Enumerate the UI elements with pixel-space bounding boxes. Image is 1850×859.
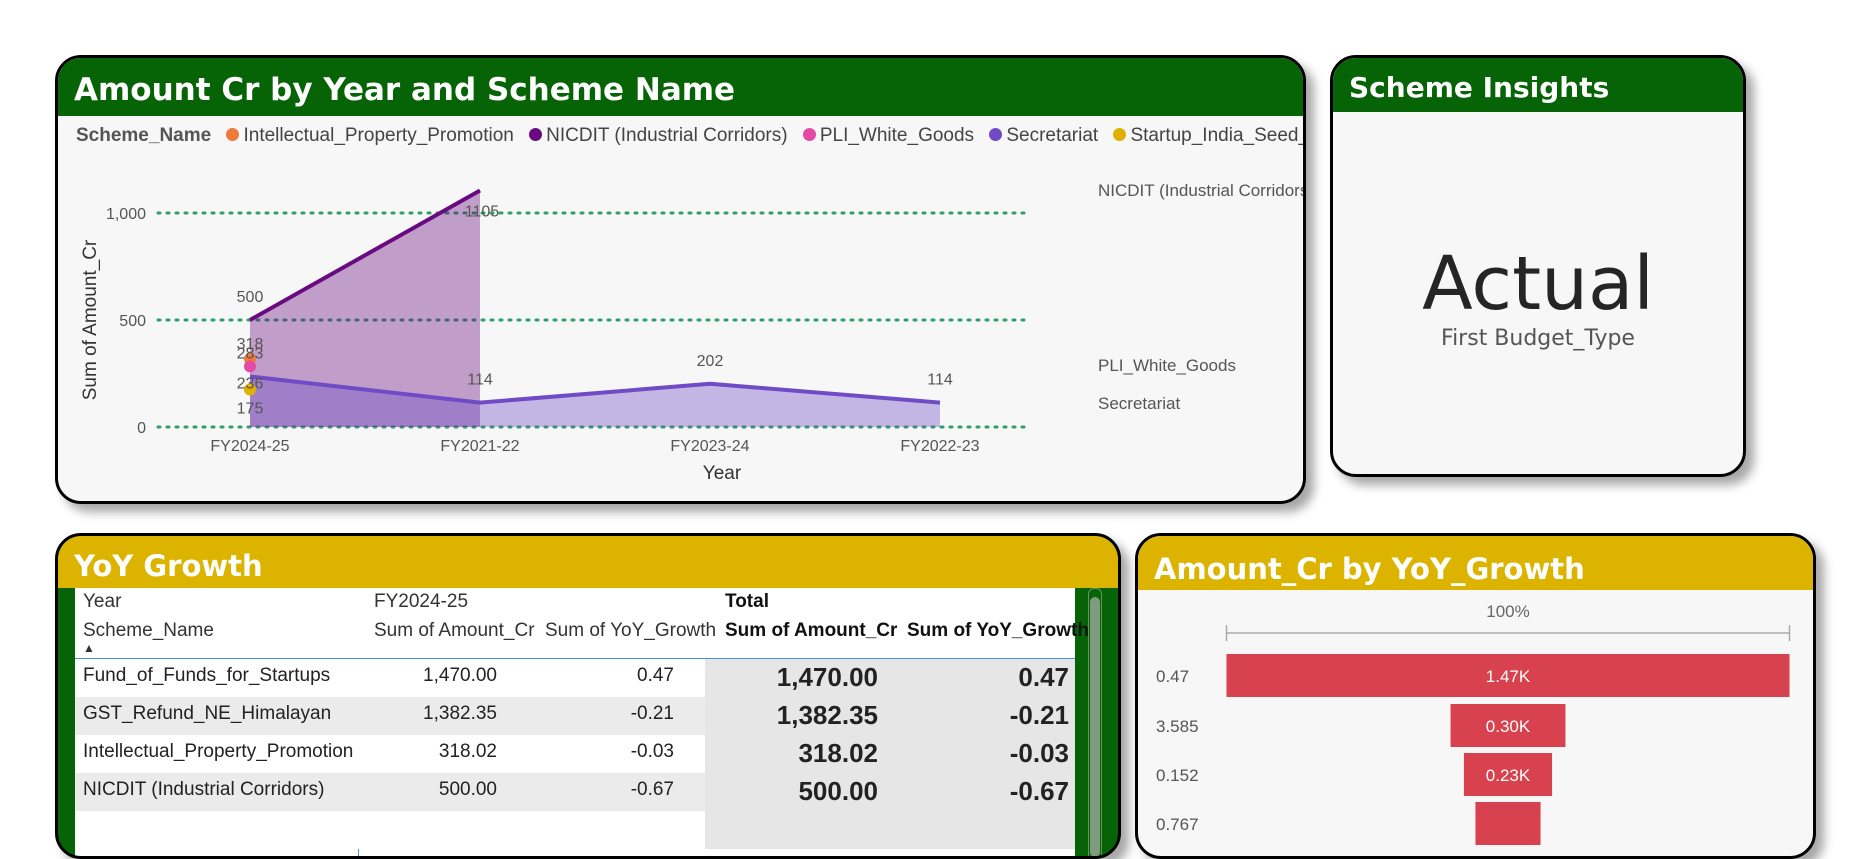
column-header-total-amount[interactable]: Sum of Amount_Cr: [725, 620, 897, 642]
row-total-growth: 0.47: [1018, 662, 1069, 692]
table-scrollbar[interactable]: [1088, 588, 1102, 856]
total-header-label: Total: [725, 591, 769, 612]
column-header-total-growth[interactable]: Sum of YoY_Growth: [907, 620, 1089, 642]
series-end-label: NICDIT (Industrial Corridors): [1098, 181, 1303, 200]
row-total-growth: -0.03: [1009, 738, 1069, 768]
data-label: 114: [467, 372, 493, 389]
data-label: 175: [237, 401, 264, 418]
row-amount: 1,470.00: [423, 665, 497, 686]
series-end-label: Secretariat: [1098, 394, 1180, 413]
data-label: 236: [237, 375, 264, 392]
area-chart-plot[interactable]: 0 500 1,000 FY2024-25 FY2021-22 FY2023-24 FY20…: [58, 58, 1303, 501]
column-header-growth[interactable]: Sum of YoY_Growth: [545, 620, 716, 642]
funnel-category-label: 0.152: [1156, 766, 1199, 785]
row-scheme-name: Intellectual_Property_Promotion: [83, 741, 354, 762]
row-total-amount: 500.00: [798, 776, 878, 806]
table-row[interactable]: NICDIT (Industrial Corridors) 500.00 -0.…: [75, 773, 1075, 811]
row-amount: 318.02: [438, 741, 497, 762]
row-scheme-name: GST_Refund_NE_Himalayan: [83, 703, 332, 724]
yoy-card-title: YoY Growth: [58, 536, 1118, 588]
row-total-growth: -0.21: [1009, 700, 1069, 730]
column-header-scheme[interactable]: Scheme_Name: [83, 620, 214, 642]
series-end-label: PLI_White_Goods: [1098, 356, 1236, 375]
scheme-insights-card: Scheme Insights Actual First Budget_Type: [1330, 55, 1746, 477]
table-row[interactable]: Intellectual_Property_Promotion 318.02 -…: [75, 735, 1075, 773]
data-label: 500: [237, 289, 264, 306]
row-growth: 0.47: [637, 665, 674, 686]
row-total-amount: 1,382.35: [776, 700, 878, 730]
x-tick-label: FY2022-23: [900, 438, 979, 455]
funnel-percent-label: 100%: [1486, 602, 1529, 621]
insights-card-title: Scheme Insights: [1333, 58, 1743, 112]
funnel-value-label: 0.23K: [1486, 766, 1531, 785]
year-header-label: Year: [83, 591, 122, 612]
row-total-amount: 318.02: [798, 738, 878, 768]
x-tick-label: FY2024-25: [210, 438, 289, 455]
row-total-amount: 1,470.00: [776, 662, 878, 692]
row-growth: -0.21: [630, 703, 674, 724]
amount-by-yoy-growth-card: Amount_Cr by YoY_Growth 100% 0.47 1.47K 3.5…: [1135, 533, 1816, 859]
sort-ascending-icon[interactable]: ▲: [83, 641, 95, 655]
row-amount: 1,382.35: [423, 703, 497, 724]
table-row-partial[interactable]: [75, 811, 1075, 849]
y-tick-label: 500: [119, 313, 146, 330]
funnel-category-label: 3.585: [1156, 717, 1199, 736]
row-total-growth: -0.67: [1009, 776, 1069, 806]
x-axis-title: Year: [703, 463, 742, 484]
data-label: 114: [927, 372, 953, 389]
amount-by-year-chart-card: Amount Cr by Year and Scheme Name Scheme…: [55, 55, 1306, 504]
table-row[interactable]: Fund_of_Funds_for_Startups 1,470.00 0.47…: [75, 659, 1075, 697]
scrollbar-thumb[interactable]: [1090, 597, 1100, 856]
yoy-matrix-table: Year FY2024-25 Total Scheme_Name ▲ Sum o…: [75, 588, 1089, 856]
row-scheme-name: Fund_of_Funds_for_Startups: [83, 665, 331, 686]
funnel-category-label: 0.767: [1156, 815, 1199, 834]
row-growth: -0.03: [630, 741, 674, 762]
y-axis-title: Sum of Amount_Cr: [80, 239, 101, 400]
x-tick-label: FY2023-24: [670, 438, 749, 455]
funnel-chart[interactable]: 100% 0.47 1.47K 3.585 0.30K 0.152 0.23K 0.767: [1138, 536, 1813, 856]
row-scheme-name: NICDIT (Industrial Corridors): [83, 779, 325, 800]
kpi-label: First Budget_Type: [1441, 326, 1635, 351]
data-label: 283: [237, 345, 264, 362]
kpi-value: Actual: [1422, 241, 1654, 327]
data-label: 1105: [465, 204, 500, 221]
yoy-growth-card: YoY Growth Year FY2024-25 Total Scheme_N…: [55, 533, 1121, 859]
funnel-value-label: 1.47K: [1486, 667, 1531, 686]
funnel-category-label: 0.47: [1156, 667, 1189, 686]
table-row[interactable]: GST_Refund_NE_Himalayan 1,382.35 -0.21 1…: [75, 697, 1075, 735]
data-label: 202: [697, 353, 724, 370]
funnel-value-label: 0.30K: [1486, 717, 1531, 736]
funnel-bar: [1475, 802, 1541, 845]
y-tick-label: 1,000: [106, 206, 146, 223]
column-header-amount[interactable]: Sum of Amount_Cr: [374, 620, 535, 642]
y-tick-label: 0: [137, 420, 146, 437]
row-growth: -0.67: [630, 779, 674, 800]
row-amount: 500.00: [438, 779, 497, 800]
year-header-value[interactable]: FY2024-25: [374, 591, 468, 613]
x-tick-label: FY2021-22: [440, 438, 519, 455]
